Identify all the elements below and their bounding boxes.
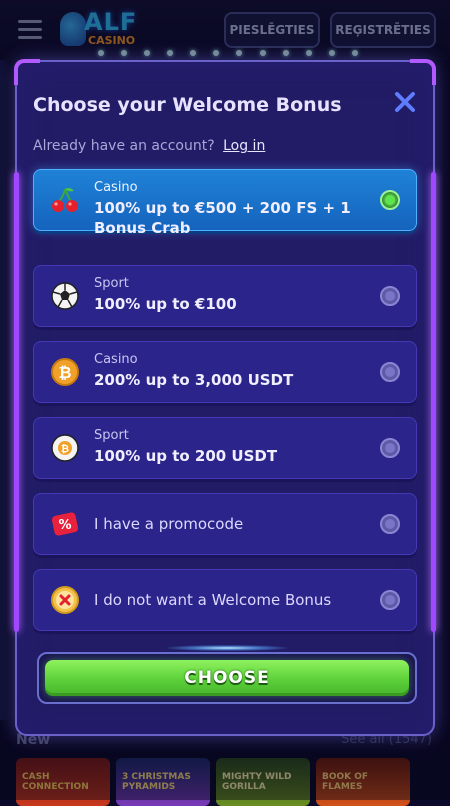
option-category: Casino: [94, 180, 138, 195]
no-bonus-icon: [51, 586, 79, 614]
svg-text:₿: ₿: [61, 443, 69, 455]
radio-selected[interactable]: [380, 190, 400, 210]
option-category: Sport: [94, 428, 129, 443]
radio-unselected[interactable]: [380, 438, 400, 458]
cherry-icon: [52, 187, 78, 212]
bonus-option-no-bonus[interactable]: I do not want a Welcome Bonus: [33, 569, 417, 631]
radio-unselected[interactable]: [380, 514, 400, 534]
crypto-soccer-icon: ₿: [51, 434, 79, 462]
radio-unselected[interactable]: [380, 362, 400, 382]
soccer-ball-icon: [51, 282, 79, 310]
welcome-bonus-modal: Choose your Welcome Bonus Already have a…: [14, 59, 436, 736]
edge-glow: [14, 172, 19, 632]
button-glow: [167, 645, 287, 651]
option-text: 100% up to €100: [94, 295, 237, 313]
choose-button-frame: CHOOSE: [37, 652, 417, 704]
edge-glow: [431, 172, 436, 632]
svg-text:₿: ₿: [58, 363, 71, 382]
bonus-option-sport-usdt[interactable]: ₿ Sport 100% up to 200 USDT: [33, 417, 417, 479]
login-link[interactable]: Log in: [223, 138, 265, 154]
option-text: I have a promocode: [94, 515, 244, 533]
bitcoin-icon: ₿: [51, 358, 79, 386]
choose-button[interactable]: CHOOSE: [45, 660, 409, 696]
option-category: Sport: [94, 276, 129, 291]
radio-unselected[interactable]: [380, 286, 400, 306]
corner-decoration: [14, 59, 40, 85]
option-text: 100% up to €500 + 200 FS + 1 Bonus Crab: [94, 199, 351, 237]
option-text: I do not want a Welcome Bonus: [94, 591, 332, 609]
radio-unselected[interactable]: [380, 590, 400, 610]
option-text: 100% up to 200 USDT: [94, 447, 278, 465]
bonus-option-sport-eur[interactable]: Sport 100% up to €100: [33, 265, 417, 327]
corner-decoration: [410, 59, 436, 85]
bonus-option-casino-eur[interactable]: Casino 100% up to €500 + 200 FS + 1 Bonu…: [33, 169, 417, 237]
modal-title: Choose your Welcome Bonus: [33, 94, 342, 116]
bonus-option-casino-usdt[interactable]: ₿ Casino 200% up to 3,000 USDT: [33, 341, 417, 403]
svg-text:%: %: [58, 518, 71, 533]
account-prompt: Already have an account? Log in: [33, 138, 265, 154]
option-category: Casino: [94, 352, 138, 367]
option-text: 200% up to 3,000 USDT: [94, 371, 294, 389]
account-prompt-text: Already have an account?: [33, 138, 215, 154]
close-icon[interactable]: [393, 90, 417, 114]
bonus-option-promocode[interactable]: % I have a promocode: [33, 493, 417, 555]
percent-tag-icon: %: [51, 512, 79, 536]
